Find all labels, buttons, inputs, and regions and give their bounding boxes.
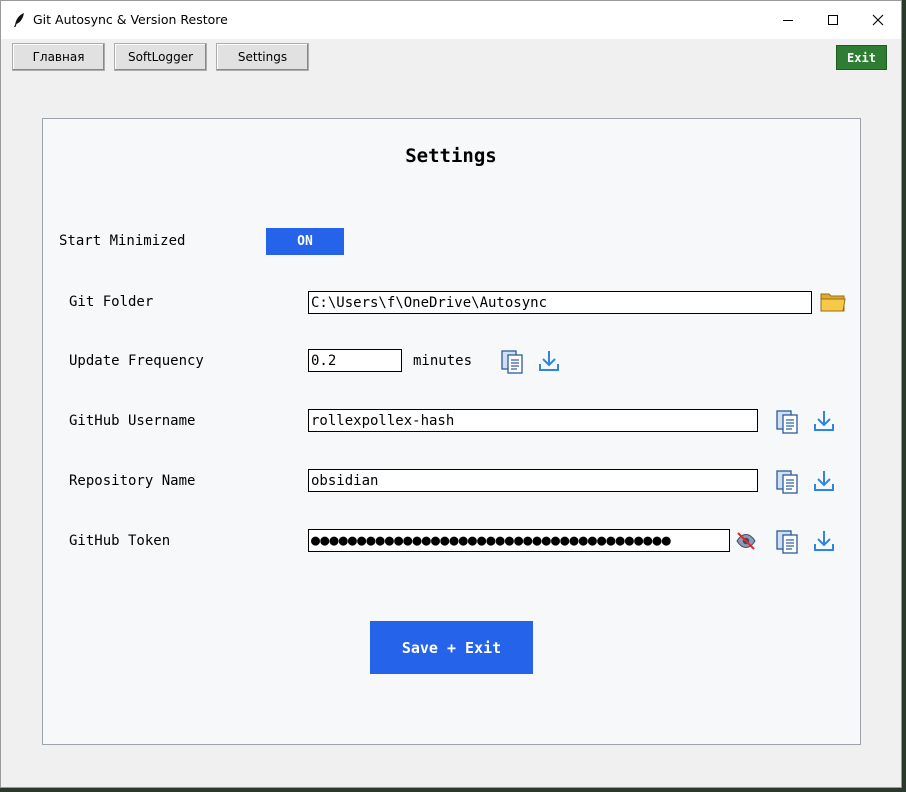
git-folder-label: Git Folder bbox=[69, 294, 154, 310]
start-minimized-label: Start Minimized bbox=[59, 233, 186, 249]
paste-icon[interactable] bbox=[775, 529, 801, 555]
github-token-input[interactable]: ●●●●●●●●●●●●●●●●●●●●●●●●●●●●●●●●●●●●●●● bbox=[308, 529, 730, 552]
minimize-button[interactable] bbox=[765, 1, 811, 39]
close-button[interactable] bbox=[855, 1, 901, 39]
title-bar[interactable]: Git Autosync & Version Restore bbox=[1, 1, 901, 39]
frequency-unit-label: minutes bbox=[413, 353, 473, 369]
paste-icon[interactable] bbox=[500, 349, 526, 375]
repository-name-input[interactable] bbox=[308, 469, 758, 492]
tab-softlogger[interactable]: SoftLogger bbox=[114, 43, 207, 71]
page-title: Settings bbox=[405, 145, 497, 167]
update-frequency-input[interactable] bbox=[308, 349, 402, 372]
update-frequency-label: Update Frequency bbox=[69, 353, 204, 369]
maximize-button[interactable] bbox=[810, 1, 856, 39]
download-icon[interactable] bbox=[813, 469, 835, 493]
app-window: Git Autosync & Version Restore Главная S… bbox=[0, 0, 902, 788]
folder-icon[interactable] bbox=[820, 291, 846, 313]
github-username-input[interactable] bbox=[308, 409, 758, 432]
paste-icon[interactable] bbox=[775, 409, 801, 435]
close-icon bbox=[872, 14, 884, 26]
exit-button[interactable]: Exit bbox=[836, 45, 887, 70]
window-title: Git Autosync & Version Restore bbox=[33, 12, 228, 27]
start-minimized-toggle[interactable]: ON bbox=[266, 228, 344, 255]
download-icon[interactable] bbox=[813, 409, 835, 433]
maximize-icon bbox=[828, 15, 838, 25]
paste-icon[interactable] bbox=[775, 469, 801, 495]
save-exit-button[interactable]: Save + Exit bbox=[370, 621, 533, 674]
minimize-icon bbox=[783, 20, 793, 21]
download-icon[interactable] bbox=[813, 529, 835, 553]
feather-icon bbox=[14, 13, 24, 27]
github-token-label: GitHub Token bbox=[69, 533, 171, 549]
eye-off-icon[interactable] bbox=[735, 531, 757, 551]
git-folder-input[interactable] bbox=[308, 291, 812, 314]
download-icon[interactable] bbox=[538, 349, 560, 373]
tab-home[interactable]: Главная bbox=[12, 43, 105, 71]
tab-settings[interactable]: Settings bbox=[216, 43, 309, 71]
github-username-label: GitHub Username bbox=[69, 413, 196, 429]
repository-name-label: Repository Name bbox=[69, 473, 196, 489]
